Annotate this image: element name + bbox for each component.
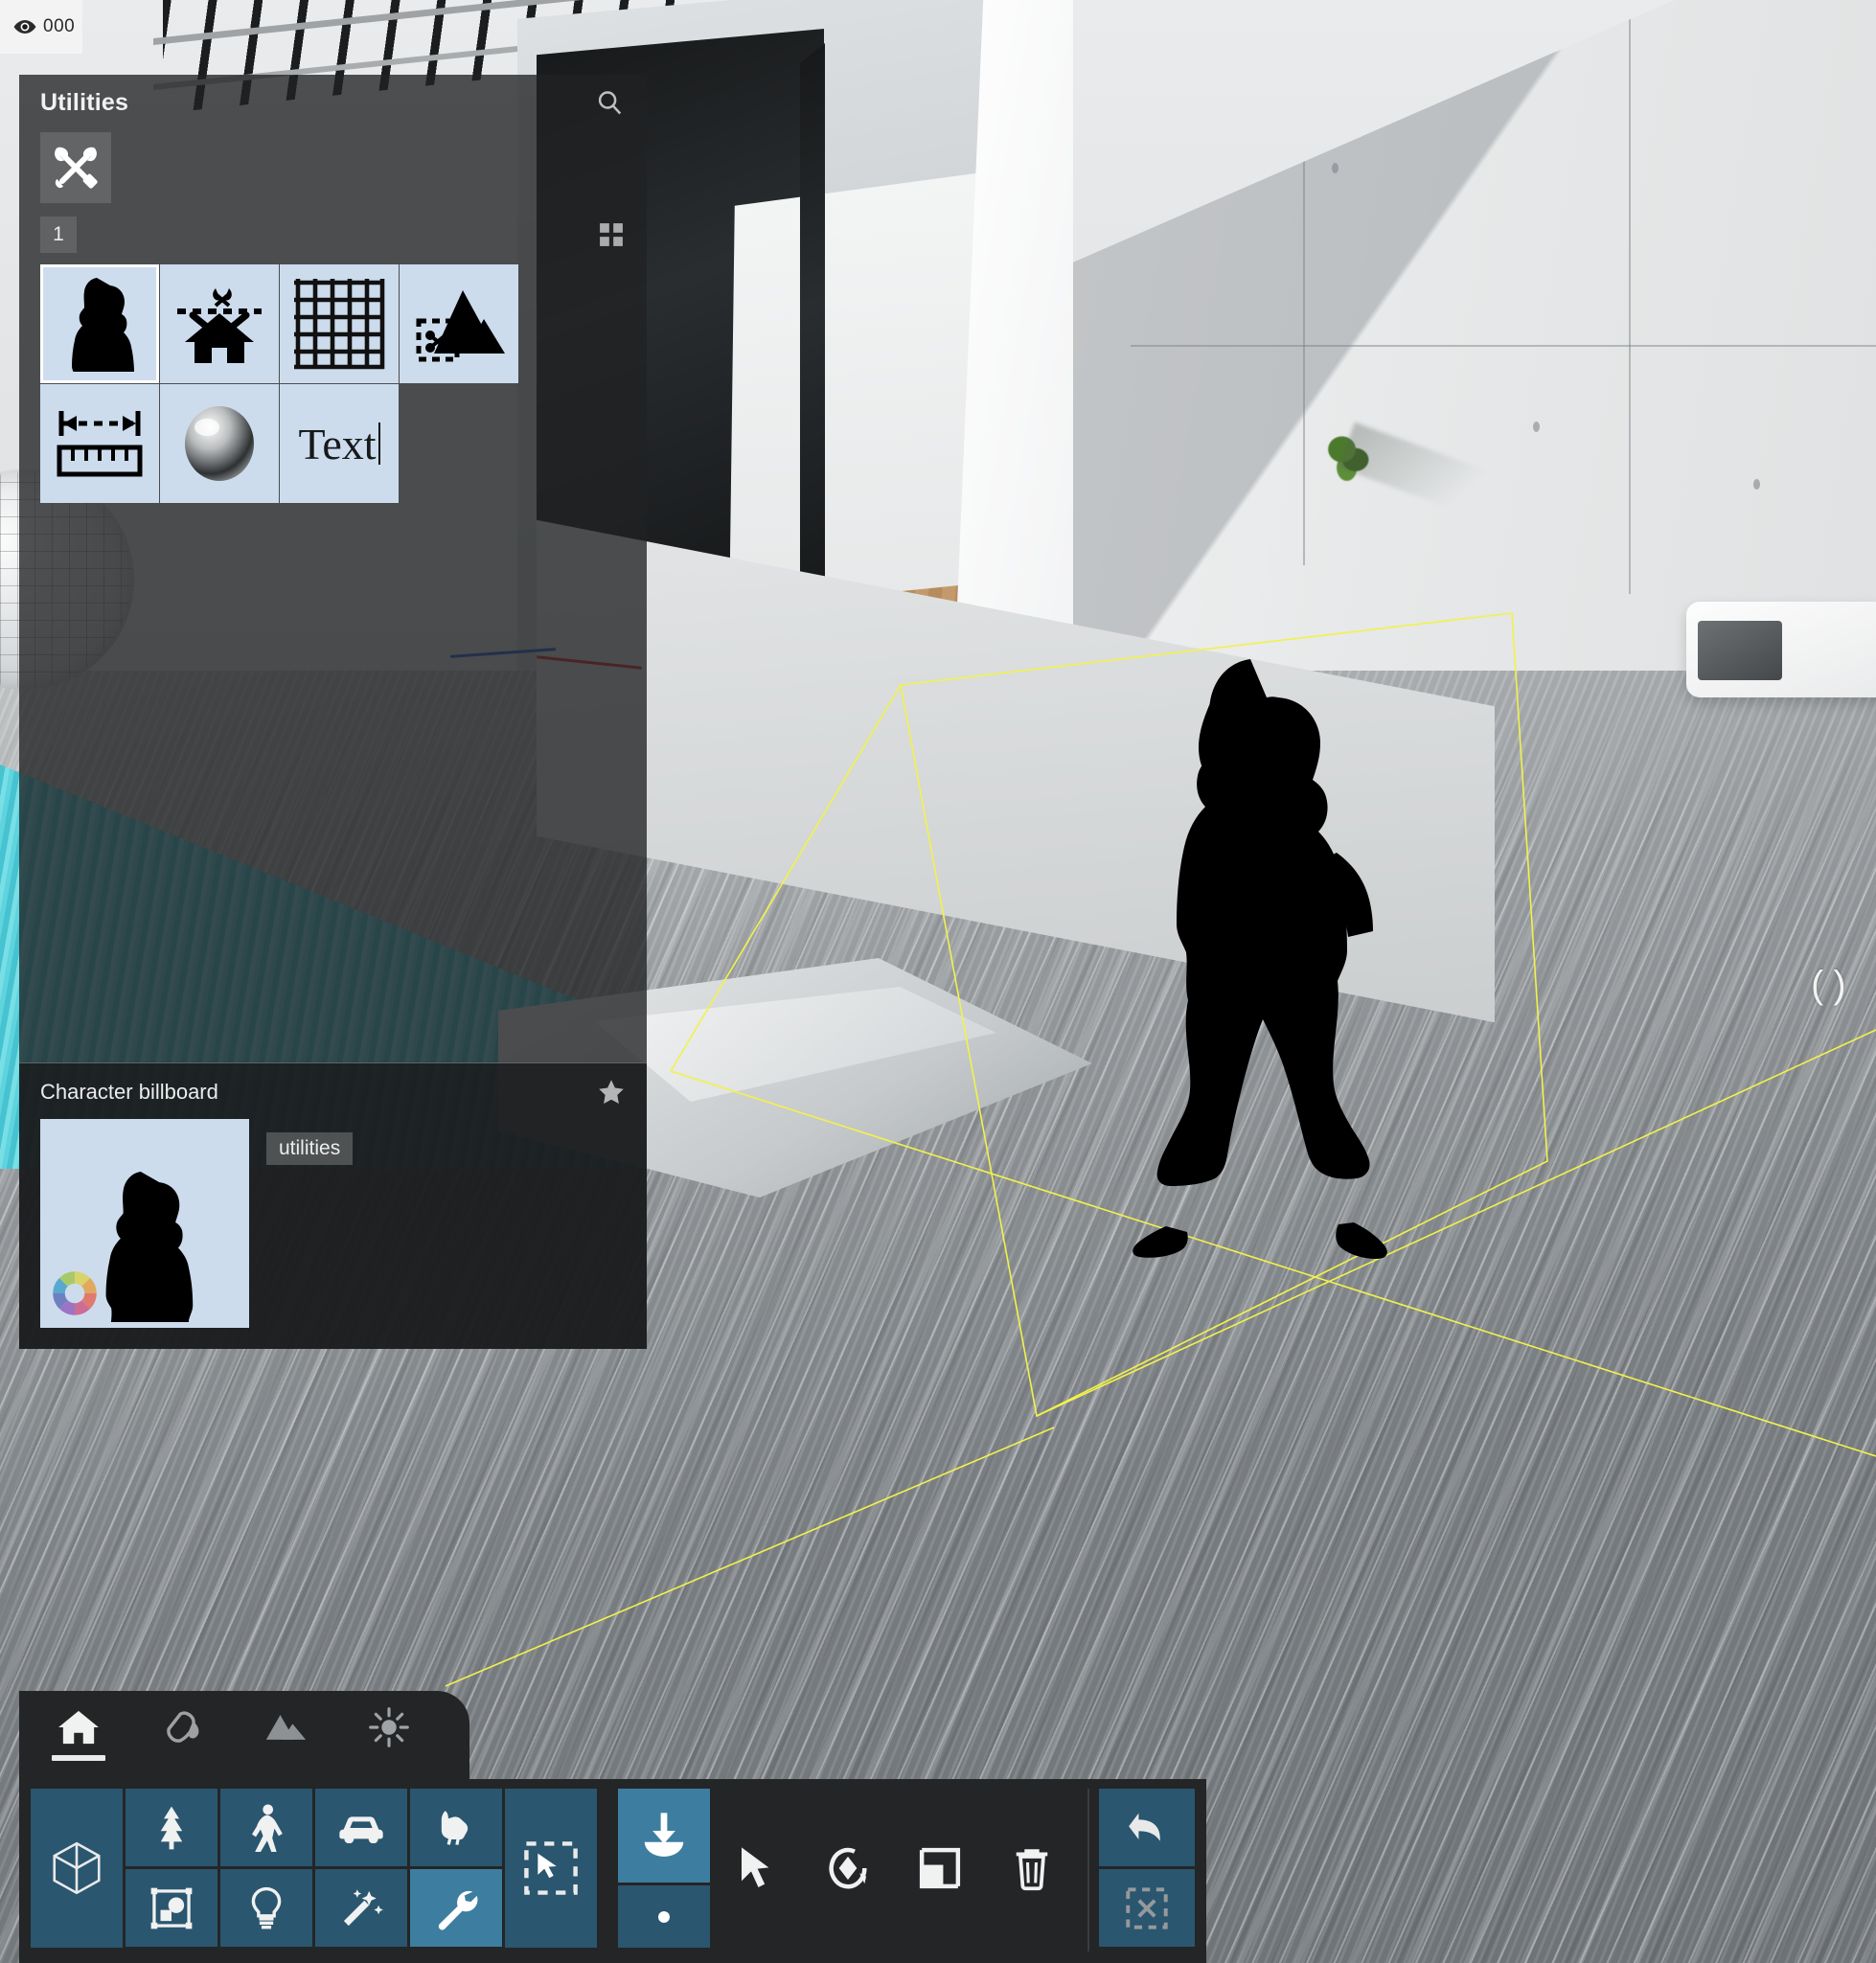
- tab-strip: [19, 1691, 469, 1779]
- asset-tile-text-label: Text: [298, 419, 377, 468]
- tool-vegetation[interactable]: [126, 1789, 217, 1866]
- marquee-select-icon: [524, 1841, 578, 1895]
- scale-icon: [919, 1847, 961, 1889]
- mountain-icon: [265, 1715, 307, 1740]
- asset-grid: Text: [19, 253, 632, 504]
- snap-tools: [618, 1789, 710, 1948]
- sun-icon: [369, 1707, 409, 1747]
- tool-col-1: [126, 1789, 217, 1948]
- building-wireframe-icon: [53, 1841, 101, 1895]
- detail-thumbnail[interactable]: [40, 1119, 249, 1328]
- tools-icon: [55, 147, 98, 189]
- history-tools: [1099, 1789, 1195, 1947]
- rotate-icon: [829, 1847, 867, 1889]
- asset-tile-building-cutout[interactable]: [160, 264, 279, 383]
- action-scale[interactable]: [894, 1789, 986, 1948]
- gizmo-handle-brackets[interactable]: (): [1811, 966, 1857, 1004]
- asset-tile-character-billboard[interactable]: [40, 264, 159, 383]
- tool-col-3: [315, 1789, 407, 1948]
- asset-tile-text[interactable]: Text: [280, 384, 399, 503]
- dot-icon: [658, 1910, 670, 1923]
- color-wheel-icon[interactable]: [50, 1268, 100, 1318]
- action-select[interactable]: [710, 1789, 802, 1948]
- asset-tile-measurement[interactable]: [40, 384, 159, 503]
- bottom-toolbar: [19, 1691, 1206, 1963]
- star-icon[interactable]: [597, 1079, 626, 1106]
- person-icon: [252, 1804, 283, 1852]
- tool-drop-to-ground[interactable]: [618, 1789, 710, 1883]
- search-icon[interactable]: [595, 88, 624, 117]
- tab-terrain[interactable]: [261, 1712, 310, 1758]
- trash-icon: [1016, 1849, 1048, 1891]
- grid-icon: [294, 279, 385, 370]
- page-row: 1: [19, 203, 647, 253]
- tool-select-region[interactable]: [505, 1789, 597, 1948]
- asset-detail-section: Character billboard utilities: [19, 1062, 647, 1349]
- tool-point-snap[interactable]: [618, 1885, 710, 1948]
- toolbar-divider: [1087, 1789, 1089, 1952]
- detail-meta: utilities: [266, 1119, 354, 1165]
- utilities-panel: Utilities 1 Text Character billboard uti…: [19, 75, 647, 1349]
- tool-effects[interactable]: [315, 1869, 407, 1947]
- action-clear-selection[interactable]: [1099, 1869, 1195, 1947]
- category-tile-utilities[interactable]: [40, 132, 111, 203]
- panel-header: Utilities: [19, 75, 647, 123]
- asset-tile-terrain-cutout[interactable]: [400, 264, 518, 383]
- character-silhouette[interactable]: [1107, 651, 1432, 1284]
- visibility-count: 000: [43, 16, 76, 36]
- tool-group-categories: [31, 1789, 597, 1948]
- tab-lighting[interactable]: [364, 1707, 414, 1763]
- panel-filler: [19, 504, 647, 1062]
- action-delete[interactable]: [986, 1789, 1078, 1948]
- clear-selection-icon: [1126, 1886, 1168, 1929]
- paint-bucket-icon: [167, 1711, 199, 1743]
- car-icon: [339, 1815, 383, 1843]
- wrench-icon: [438, 1890, 478, 1929]
- tree-icon: [160, 1806, 183, 1849]
- tag-chip[interactable]: utilities: [266, 1132, 354, 1165]
- lightbulb-icon: [251, 1886, 282, 1929]
- character-silhouette-icon: [72, 278, 134, 372]
- page-number[interactable]: 1: [40, 217, 77, 253]
- bench-opening: [1698, 621, 1782, 680]
- tool-vehicles[interactable]: [315, 1789, 407, 1866]
- panel-title: Utilities: [40, 88, 129, 116]
- magic-wand-icon: [343, 1888, 383, 1926]
- character-silhouette-icon: [105, 1172, 194, 1322]
- object-group-icon: [150, 1887, 193, 1929]
- eye-icon: [13, 20, 36, 34]
- chrome-sphere-icon: [185, 406, 254, 481]
- tab-materials[interactable]: [157, 1709, 207, 1761]
- house-icon: [58, 1710, 99, 1745]
- text-caret: [377, 422, 380, 465]
- tool-col-4: [410, 1789, 502, 1948]
- tab-home[interactable]: [52, 1709, 105, 1761]
- tool-rows: [19, 1779, 1206, 1963]
- ruler-measure-icon: [57, 411, 143, 477]
- house-cutout-icon: [177, 288, 262, 363]
- tool-utilities[interactable]: [410, 1869, 502, 1947]
- detail-body: utilities: [40, 1119, 626, 1328]
- action-undo[interactable]: [1099, 1789, 1195, 1866]
- asset-tile-reflection-probe[interactable]: [160, 384, 279, 503]
- drop-down-icon: [644, 1813, 684, 1857]
- mountain-cutout-icon: [416, 290, 505, 362]
- arrow-cursor-icon: [742, 1847, 769, 1887]
- tool-objects[interactable]: [126, 1869, 217, 1947]
- detail-title: Character billboard: [40, 1080, 218, 1104]
- tool-animals[interactable]: [410, 1789, 502, 1866]
- tool-lights[interactable]: [220, 1869, 312, 1947]
- action-rotate[interactable]: [802, 1789, 894, 1948]
- tool-col-2: [220, 1789, 312, 1948]
- tab-active-underline: [52, 1755, 105, 1761]
- animal-icon: [441, 1810, 469, 1845]
- grid-view-icon[interactable]: [599, 222, 624, 247]
- detail-header: Character billboard: [40, 1079, 626, 1106]
- asset-tile-grid[interactable]: [280, 264, 399, 383]
- visibility-counter-badge[interactable]: 000: [0, 0, 82, 54]
- tool-building[interactable]: [31, 1789, 123, 1948]
- tool-people[interactable]: [220, 1789, 312, 1866]
- category-row: [19, 123, 647, 203]
- undo-arrow-icon: [1129, 1813, 1160, 1841]
